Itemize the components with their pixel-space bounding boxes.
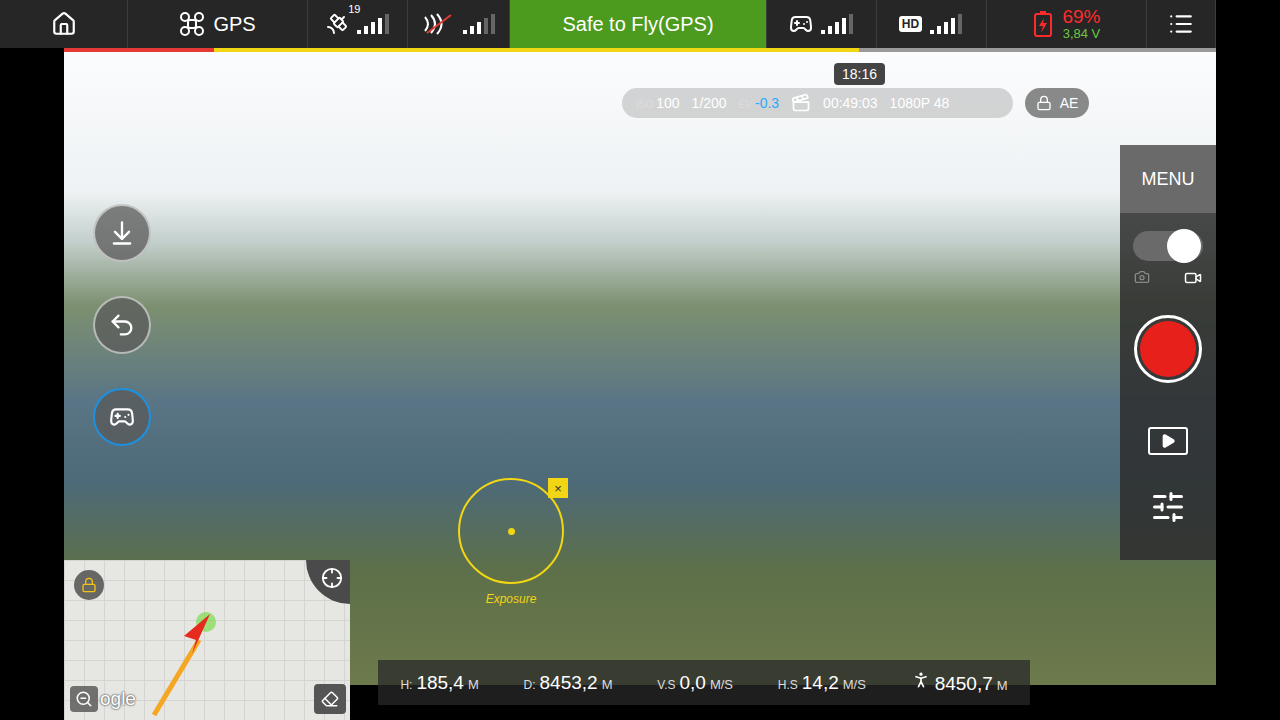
home-icon bbox=[51, 11, 77, 37]
resolution: 1080P 48 bbox=[890, 95, 950, 111]
flight-mode-label: GPS bbox=[213, 13, 255, 36]
rc-icon bbox=[789, 12, 813, 36]
video-link-icon bbox=[421, 13, 455, 35]
telemetry-label: V.S bbox=[657, 678, 675, 692]
satellite-signal-icon bbox=[357, 14, 391, 34]
telemetry-unit: M bbox=[468, 677, 479, 692]
video-link-signal-icon bbox=[463, 14, 497, 34]
clapper-icon bbox=[791, 93, 811, 113]
top-bar: GPS 19 Safe to Fly(GPS) HD 69%3,84 V bbox=[0, 0, 1216, 48]
zoom-out-button[interactable] bbox=[70, 686, 98, 712]
left-controls bbox=[93, 204, 151, 446]
exposure-ring[interactable]: × bbox=[458, 478, 564, 584]
telemetry-unit: M/S bbox=[843, 677, 866, 692]
telemetry-bar: H: 185,4 M D: 8453,2 M V.S 0,0 M/S H.S 14,2 M/S 8450… bbox=[378, 660, 1030, 705]
lock-icon bbox=[1036, 95, 1052, 111]
telemetry-label: H: bbox=[400, 678, 412, 692]
toggle-knob bbox=[1167, 229, 1201, 263]
capture-mode-toggle[interactable] bbox=[1133, 231, 1203, 261]
telemetry-value: 14,2 bbox=[802, 672, 839, 694]
return-home-button[interactable] bbox=[93, 296, 151, 354]
shutter: 1/200 bbox=[692, 95, 727, 111]
aircraft-arrow-icon bbox=[144, 600, 244, 720]
telemetry-item: V.S 0,0 M/S bbox=[657, 672, 733, 694]
remote-icon bbox=[109, 404, 135, 430]
camera-settings-button[interactable] bbox=[1150, 489, 1186, 525]
flight-mode[interactable]: GPS bbox=[128, 0, 308, 48]
satellite-count: 19 bbox=[348, 3, 360, 15]
flight-status-label: Safe to Fly(GPS) bbox=[562, 13, 713, 36]
exposure-close[interactable]: × bbox=[548, 478, 568, 498]
satellite-status[interactable]: 19 bbox=[308, 0, 408, 48]
side-panel: MENU bbox=[1120, 145, 1216, 560]
flight-status[interactable]: Safe to Fly(GPS) bbox=[510, 0, 767, 48]
telemetry-unit: M bbox=[997, 678, 1008, 693]
hd-signal-icon bbox=[930, 14, 964, 34]
telemetry-value: 8450,7 bbox=[935, 673, 993, 695]
mini-map[interactable]: ogle bbox=[64, 560, 350, 720]
telemetry-label: H.S bbox=[778, 678, 798, 692]
record-time: 00:49:03 bbox=[823, 95, 878, 111]
camera-view[interactable]: 18:16 ISO100 1/200 EV-0.3 00:49:03 1080P 48 AE… bbox=[64, 52, 1216, 685]
telemetry-unit: M/S bbox=[710, 677, 733, 692]
play-icon bbox=[1160, 433, 1176, 449]
eraser-icon bbox=[321, 690, 339, 708]
menu-button[interactable]: MENU bbox=[1120, 145, 1216, 213]
rc-signal-icon bbox=[821, 14, 855, 34]
camera-icon[interactable] bbox=[1134, 269, 1150, 285]
iso: ISO100 bbox=[636, 95, 680, 111]
video-link-status[interactable] bbox=[408, 0, 510, 48]
map-center-button[interactable] bbox=[306, 560, 350, 604]
telemetry-unit: M bbox=[602, 677, 613, 692]
telemetry-item: D: 8453,2 M bbox=[524, 672, 613, 694]
record-dot bbox=[1140, 321, 1196, 377]
telemetry-value: 8453,2 bbox=[540, 672, 598, 694]
record-button[interactable] bbox=[1134, 315, 1202, 383]
map-lock-button[interactable] bbox=[74, 570, 104, 600]
telemetry-value: 185,4 bbox=[416, 672, 464, 694]
remote-button[interactable] bbox=[93, 388, 151, 446]
battery-status[interactable]: 69%3,84 V bbox=[987, 0, 1147, 48]
drone-icon bbox=[179, 11, 205, 37]
exposure-label: Exposure bbox=[486, 592, 537, 606]
rc-status[interactable] bbox=[767, 0, 877, 48]
hd-badge: HD bbox=[899, 16, 922, 32]
ae-lock-button[interactable]: AE bbox=[1025, 88, 1089, 118]
camera-settings[interactable]: ISO100 1/200 EV-0.3 00:49:03 1080P 48 bbox=[622, 88, 1013, 118]
takeoff-button[interactable] bbox=[93, 204, 151, 262]
exposure-dot bbox=[508, 528, 515, 535]
satellite-icon bbox=[325, 12, 349, 36]
video-icon[interactable] bbox=[1184, 269, 1202, 287]
home-button[interactable] bbox=[0, 0, 128, 48]
telemetry-label: D: bbox=[524, 678, 536, 692]
return-home-icon bbox=[108, 311, 136, 339]
hd-status[interactable]: HD bbox=[877, 0, 987, 48]
zoom-out-icon bbox=[75, 690, 93, 708]
map-logo: ogle bbox=[100, 688, 136, 710]
telemetry-item: H.S 14,2 M/S bbox=[778, 672, 866, 694]
playback-button[interactable] bbox=[1148, 427, 1188, 455]
battery-voltage: 3,84 V bbox=[1063, 27, 1101, 41]
telemetry-item: 8450,7 M bbox=[911, 670, 1008, 695]
crosshair-icon bbox=[321, 567, 343, 589]
sliders-icon bbox=[1150, 489, 1186, 525]
exposure-target[interactable]: × Exposure bbox=[458, 478, 564, 606]
screen: GPS 19 Safe to Fly(GPS) HD 69%3,84 V 18:16 ISO… bbox=[0, 0, 1280, 720]
home-distance-icon bbox=[911, 670, 931, 690]
list-icon bbox=[1168, 11, 1194, 37]
menu-button[interactable] bbox=[1147, 0, 1216, 48]
battery-percent: 69% bbox=[1062, 7, 1100, 27]
telemetry-item: H: 185,4 M bbox=[400, 672, 478, 694]
telemetry-value: 0,0 bbox=[679, 672, 705, 694]
battery-icon bbox=[1032, 10, 1054, 38]
ev: EV-0.3 bbox=[739, 95, 779, 111]
lock-icon bbox=[81, 577, 97, 593]
clear-path-button[interactable] bbox=[314, 684, 346, 714]
progress-tooltip: 18:16 bbox=[834, 63, 885, 85]
takeoff-icon bbox=[108, 219, 136, 247]
